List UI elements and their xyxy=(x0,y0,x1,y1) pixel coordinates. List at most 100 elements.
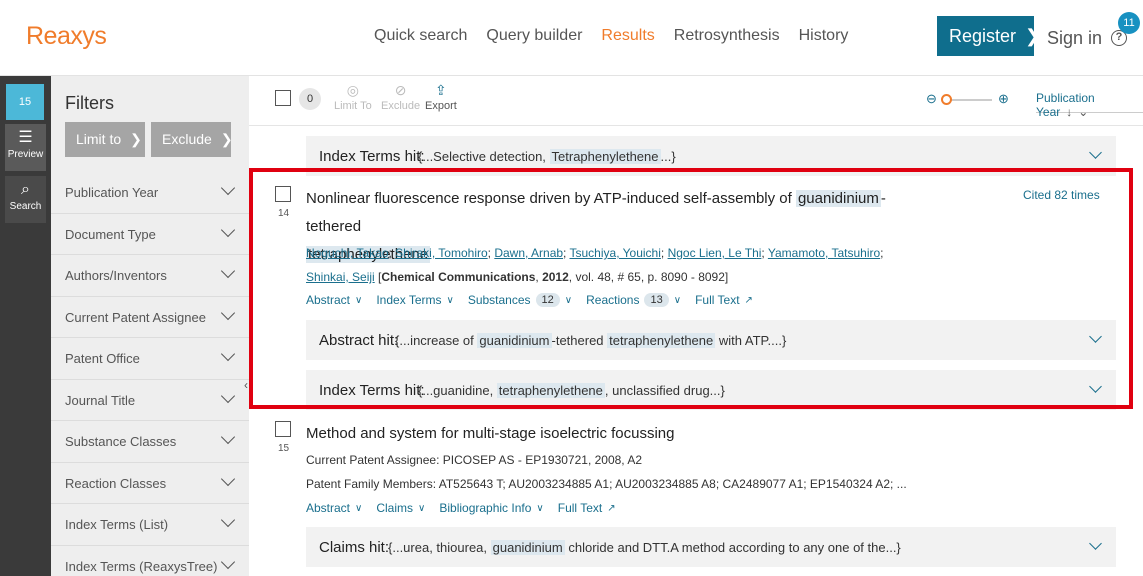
record-checkbox[interactable] xyxy=(275,421,291,437)
sign-in-link[interactable]: Sign in xyxy=(1047,28,1102,49)
chevron-down-icon[interactable] xyxy=(1089,537,1102,550)
index-terms-toggle[interactable]: Index Terms ∨ xyxy=(376,293,453,307)
filter-label: Journal Title xyxy=(65,392,136,408)
abstract-label: Abstract xyxy=(306,501,351,515)
author-link[interactable]: Shinkai, Seiji xyxy=(306,270,375,284)
reactions-toggle[interactable]: Reactions 13 ∨ xyxy=(586,293,681,307)
abstract-hit-bar[interactable]: Abstract hit: {...increase of guanidiniu… xyxy=(306,320,1116,360)
zoom-in-icon[interactable]: ⊕ xyxy=(998,91,1009,107)
full-text-link[interactable]: Full Text ↗ xyxy=(695,293,753,307)
reaxys-logo[interactable]: Reaxys xyxy=(26,22,107,51)
result-count-badge[interactable]: 15 xyxy=(6,84,44,120)
filter-list: Publication Year Document Type Authors/I… xyxy=(51,172,249,576)
filter-patent-office[interactable]: Patent Office xyxy=(51,338,249,380)
nav-quick-search[interactable]: Quick search xyxy=(374,27,467,45)
chevron-down-icon[interactable] xyxy=(1089,380,1102,393)
hit-pre: {...guanidine, xyxy=(418,383,497,398)
nav-results[interactable]: Results xyxy=(601,27,654,45)
filter-substance-classes[interactable]: Substance Classes xyxy=(51,421,249,463)
exclude-button[interactable]: Exclude ❯ xyxy=(151,122,233,157)
filter-publication-year[interactable]: Publication Year xyxy=(51,172,249,214)
hit-pre: {...urea, thiourea, xyxy=(388,540,491,555)
author-link[interactable]: Ngoc Lien, Le Thi xyxy=(668,246,762,260)
index-terms-hit-bar[interactable]: Index Terms hit: {...Selective detection… xyxy=(306,136,1116,176)
limit-to-button[interactable]: Limit to ❯ xyxy=(65,122,145,157)
search-button[interactable]: ⌕ Search xyxy=(5,176,46,223)
select-all-checkbox[interactable] xyxy=(275,90,291,106)
hit-pre: {...increase of xyxy=(395,333,478,348)
abstract-toggle[interactable]: Abstract ∨ xyxy=(306,293,362,307)
filter-label: Publication Year xyxy=(65,185,159,200)
exclude-action[interactable]: ⊘ Exclude xyxy=(381,82,420,112)
nav-query-builder[interactable]: Query builder xyxy=(486,27,582,45)
hit-post: ...} xyxy=(660,149,676,164)
search-label: Search xyxy=(9,201,42,212)
selected-count: 0 xyxy=(299,88,321,110)
filter-label: Substance Classes xyxy=(65,434,177,449)
hit-label: Index Terms hit: xyxy=(319,382,425,399)
record-title[interactable]: Method and system for multi-stage isoele… xyxy=(306,420,896,448)
hit-label: Claims hit: xyxy=(319,539,390,556)
notification-badge[interactable]: 11 xyxy=(1118,12,1140,34)
chevron-down-icon[interactable] xyxy=(1089,330,1102,343)
author-link[interactable]: Noguchi, Takao xyxy=(306,246,389,260)
filter-label: Patent Office xyxy=(65,351,140,366)
zoom-out-icon[interactable]: ⊖ xyxy=(926,91,937,107)
hit-highlight: guanidinium xyxy=(477,333,552,348)
filter-index-terms-list[interactable]: Index Terms (List) xyxy=(51,504,249,546)
full-text-link[interactable]: Full Text ↗ xyxy=(558,501,616,515)
record-authors: Noguchi, Takao; Shiraki, Tomohiro; Dawn,… xyxy=(306,246,884,284)
search-icon: ⌕ xyxy=(21,181,30,198)
hit-pre: {...Selective detection, xyxy=(418,149,550,164)
chevron-down-icon[interactable] xyxy=(1089,146,1102,159)
results-toolbar: 0 ◎ Limit To ⊘ Exclude ⇪ Export ⊖ ⊕ Publ… xyxy=(249,76,1143,126)
author-link[interactable]: Yamamoto, Tatsuhiro xyxy=(768,246,880,260)
bibliographic-info-toggle[interactable]: Bibliographic Info ∨ xyxy=(439,501,543,515)
filter-document-type[interactable]: Document Type xyxy=(51,214,249,255)
top-header: Reaxys Quick search Query builder Result… xyxy=(0,0,1143,76)
nav-retrosynthesis[interactable]: Retrosynthesis xyxy=(674,27,780,45)
list-icon: ☰ xyxy=(18,129,33,146)
sort-select[interactable]: Publication Year ↓ ⌄ xyxy=(1036,91,1143,119)
export-action[interactable]: ⇪ Export xyxy=(425,82,457,112)
zoom-control: ⊖ ⊕ xyxy=(926,91,1010,107)
index-terms-hit-bar[interactable]: Index Terms hit: {...guanidine, tetraphe… xyxy=(306,370,1116,410)
filter-label: Reaction Classes xyxy=(65,475,167,491)
author-link[interactable]: Dawn, Arnab xyxy=(494,246,563,260)
filter-current-patent-assignee[interactable]: Current Patent Assignee xyxy=(51,297,249,338)
publication-year: 2012 xyxy=(542,270,569,284)
index-terms-label: Index Terms xyxy=(376,293,442,307)
chevron-down-icon xyxy=(220,346,236,362)
substances-toggle[interactable]: Substances 12 ∨ xyxy=(468,293,572,307)
filter-index-terms-reaxystree[interactable]: Index Terms (ReaxysTree) xyxy=(51,546,249,576)
claims-hit-bar[interactable]: Claims hit: {...urea, thiourea, guanidin… xyxy=(306,527,1116,567)
title-part: Nonlinear fluorescence response driven b… xyxy=(306,190,796,207)
patent-assignee: Current Patent Assignee: PICOSEP AS - EP… xyxy=(306,453,642,467)
hit-text: {...Selective detection, Tetraphenylethe… xyxy=(418,149,676,164)
filter-journal-title[interactable]: Journal Title xyxy=(51,380,249,421)
record-links: Abstract ∨ Claims ∨ Bibliographic Info ∨ Fu… xyxy=(306,501,630,515)
zoom-slider-handle[interactable] xyxy=(941,94,952,105)
full-text-label: Full Text xyxy=(557,501,603,515)
abstract-toggle[interactable]: Abstract ∨ xyxy=(306,501,362,515)
sort-direction-icon[interactable]: ↓ xyxy=(1066,105,1072,119)
author-link[interactable]: Tsuchiya, Youichi xyxy=(570,246,661,260)
hit-highlight: tetraphenylethene xyxy=(496,383,605,398)
author-link[interactable]: Shiraki, Tomohiro xyxy=(395,246,487,260)
register-label: Register xyxy=(949,25,1017,46)
patent-family-members: Patent Family Members: AT525643 T; AU200… xyxy=(306,477,907,491)
register-button[interactable]: Register ❯ xyxy=(937,16,1040,56)
results-list: Index Terms hit: {...Selective detection… xyxy=(249,126,1143,576)
filter-reaction-classes[interactable]: Reaction Classes xyxy=(51,463,249,504)
nav-history[interactable]: History xyxy=(799,27,849,45)
limit-to-action[interactable]: ◎ Limit To xyxy=(334,82,372,112)
record-checkbox[interactable] xyxy=(275,186,291,202)
record-links: Abstract ∨ Index Terms ∨ Substances 12 ∨ Rea… xyxy=(306,293,767,307)
filter-authors-inventors[interactable]: Authors/Inventors xyxy=(51,255,249,297)
chevron-down-icon: ∨ xyxy=(673,294,682,306)
chevron-down-icon xyxy=(220,180,236,196)
preview-button[interactable]: ☰ Preview xyxy=(5,124,46,171)
claims-toggle[interactable]: Claims ∨ xyxy=(376,501,425,515)
cited-by-link[interactable]: Cited 82 times xyxy=(1023,188,1100,202)
hit-highlight: tetraphenylethene xyxy=(607,333,716,348)
